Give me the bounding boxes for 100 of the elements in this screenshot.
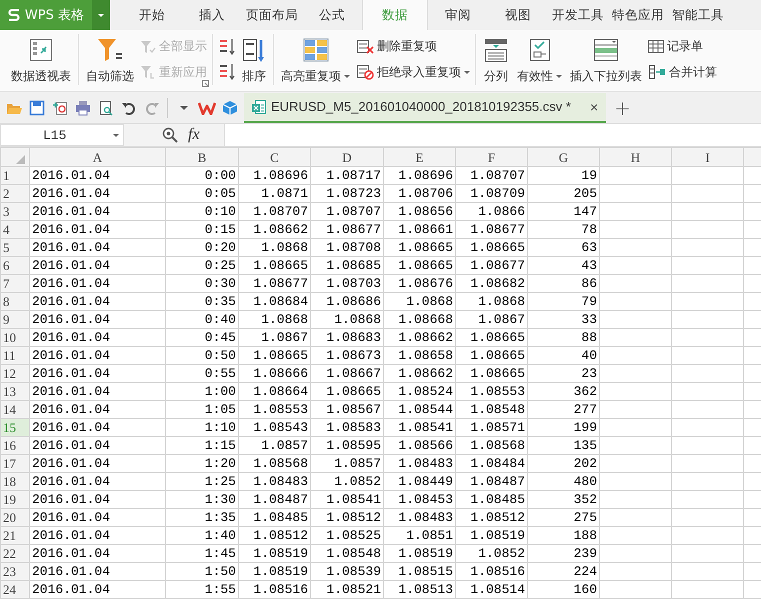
formula-input[interactable] [224, 124, 761, 146]
table-cell: 1.0868 [238, 238, 310, 256]
row-header[interactable]: 17 [0, 454, 30, 472]
table-cell: 2016.01.04 [30, 292, 166, 310]
column-header[interactable]: B [166, 148, 238, 166]
select-all-icon [16, 155, 25, 164]
table-cell: 1.08519 [384, 544, 456, 562]
row-header[interactable]: 7 [0, 274, 30, 292]
ribbon-button[interactable]: 合并计算 [648, 64, 717, 81]
column-header[interactable]: G [528, 148, 600, 166]
row-header[interactable]: 3 [0, 202, 30, 220]
menu-tab[interactable]: 审阅 [428, 0, 488, 30]
row-header[interactable]: 1 [0, 166, 30, 184]
caret-icon [98, 14, 104, 16]
row-header[interactable]: 22 [0, 544, 30, 562]
table-cell: 1.08677 [238, 274, 310, 292]
row-header[interactable]: 12 [0, 364, 30, 382]
table-cell: 1.08514 [456, 580, 528, 598]
ribbon-button[interactable]: 插入下拉列表 [568, 34, 644, 85]
table-cell: 1.08453 [384, 490, 456, 508]
table-cell: 1.08668 [384, 310, 456, 328]
row-header[interactable]: 19 [0, 490, 30, 508]
table-cell: 2016.01.04 [30, 202, 166, 220]
ribbon-button[interactable]: 排序 [240, 34, 268, 85]
row-header[interactable]: 13 [0, 382, 30, 400]
ribbon-button[interactable]: 有效性 [515, 34, 564, 85]
row-header[interactable]: 23 [0, 562, 30, 580]
menu-tab[interactable]: 插入 [182, 0, 242, 30]
close-tab-button[interactable]: × [590, 98, 598, 114]
new-tab-button[interactable]: + [614, 98, 631, 118]
row-header[interactable]: 24 [0, 580, 30, 598]
row-header[interactable]: 20 [0, 508, 30, 526]
ribbon-button[interactable]: 拒绝录入重复项 [356, 64, 470, 81]
caret-icon [556, 75, 562, 78]
table-cell: 2016.01.04 [30, 184, 166, 202]
row-header[interactable]: 11 [0, 346, 30, 364]
column-header[interactable]: A [30, 148, 166, 166]
name-box[interactable]: L15 [0, 124, 124, 146]
ribbon-button[interactable]: 数据透视表 [9, 34, 73, 85]
table-cell: 1.08677 [310, 220, 384, 238]
table-cell: 1.08487 [456, 472, 528, 490]
row-header[interactable]: 16 [0, 436, 30, 454]
column-header[interactable]: E [384, 148, 456, 166]
table-cell: 1.08707 [310, 202, 384, 220]
table-cell: 2016.01.04 [30, 562, 166, 580]
table-cell: 239 [528, 544, 600, 562]
menu-tab[interactable]: 特色应用 [608, 0, 668, 30]
table-cell: 2016.01.04 [30, 256, 166, 274]
table-cell: 40 [528, 346, 600, 364]
insert-function-button[interactable]: fx [188, 126, 200, 144]
ribbon-button[interactable]: 分列 [481, 34, 511, 85]
table-cell: 480 [528, 472, 600, 490]
column-header[interactable]: I [672, 148, 744, 166]
table-cell: 1.08707 [456, 166, 528, 184]
row-header[interactable]: 21 [0, 526, 30, 544]
column-header[interactable]: C [238, 148, 310, 166]
toolbar-button[interactable] [162, 127, 178, 143]
column-header[interactable]: H [600, 148, 672, 166]
row-header[interactable]: 18 [0, 472, 30, 490]
document-tab[interactable]: EURUSD_M5_201601040000_201810192355.csv * × [244, 92, 606, 122]
ribbon-button[interactable]: 高亮重复项 [279, 34, 352, 85]
column-header[interactable]: F [456, 148, 528, 166]
ribbon-button[interactable]: 自动筛选 [84, 34, 136, 85]
row-header[interactable]: 6 [0, 256, 30, 274]
menu-tab[interactable]: 开发工具 [548, 0, 608, 30]
funnel-icon [140, 40, 156, 54]
table-cell: 1.08665 [238, 346, 310, 364]
table-cell: 0:45 [166, 328, 238, 346]
column-header[interactable]: D [310, 148, 384, 166]
table-cell: 1.08685 [310, 256, 384, 274]
menu-tab[interactable]: 开始 [122, 0, 182, 30]
table-cell: 0:55 [166, 364, 238, 382]
w-logo-icon [198, 100, 216, 114]
row-header[interactable]: 8 [0, 292, 30, 310]
row-header[interactable]: 2 [0, 184, 30, 202]
ribbon-button[interactable]: 记录单 [648, 38, 717, 56]
ribbon-button[interactable]: 删除重复项 [356, 38, 470, 56]
row-header[interactable]: 14 [0, 400, 30, 418]
row-header[interactable]: 4 [0, 220, 30, 238]
menu-tab[interactable]: 页面布局 [242, 0, 302, 30]
menu-tab[interactable]: 公式 [302, 0, 362, 30]
table-cell: 1.08677 [456, 220, 528, 238]
table-cell: 1.08485 [238, 508, 310, 526]
row-header[interactable]: 10 [0, 328, 30, 346]
sort-button[interactable] [218, 38, 236, 56]
funnel-icon [140, 65, 156, 80]
table-cell: 1.08661 [384, 220, 456, 238]
row-header[interactable]: 5 [0, 238, 30, 256]
table-cell: 1:00 [166, 382, 238, 400]
row-header[interactable]: 9 [0, 310, 30, 328]
table-cell: 1.08541 [310, 490, 384, 508]
sort-button[interactable] [218, 63, 236, 82]
table-cell: 1:50 [166, 562, 238, 580]
table-cell: 1.08571 [456, 418, 528, 436]
table-cell: 1.08485 [456, 490, 528, 508]
table-cell: 1.08519 [238, 544, 310, 562]
menu-tab[interactable]: 智能工具 [668, 0, 728, 30]
table-cell: 1.08539 [310, 562, 384, 580]
table-cell: 0:15 [166, 220, 238, 238]
menu-tab[interactable]: 视图 [488, 0, 548, 30]
